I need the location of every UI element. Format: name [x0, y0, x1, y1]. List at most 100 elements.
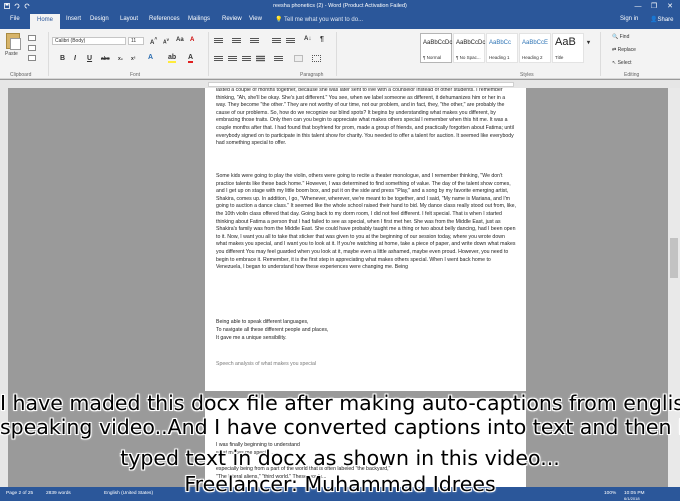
shading-icon[interactable]: [294, 55, 303, 62]
tab-mailings[interactable]: Mailings: [186, 16, 212, 22]
ruler-bar: [208, 82, 514, 87]
tell-me-text: Tell me what you want to do...: [284, 17, 364, 23]
share-label: Share: [657, 17, 674, 23]
paste-icon[interactable]: [6, 33, 21, 50]
align-left-icon[interactable]: [214, 55, 223, 62]
select-label: Select: [617, 60, 632, 66]
numbering-icon[interactable]: [232, 37, 241, 44]
subscript-button[interactable]: x₂: [118, 56, 123, 62]
group-divider: [600, 32, 601, 76]
multilevel-list-icon[interactable]: [250, 37, 259, 44]
editing-group-label: Editing: [624, 72, 640, 78]
underline-button[interactable]: U: [87, 55, 92, 62]
superscript-button[interactable]: x²: [131, 56, 135, 62]
style-heading-2[interactable]: AaBbCcE Heading 2: [519, 33, 551, 63]
caption-line-3: typed text in docx as shown in this vide…: [120, 446, 560, 470]
style-sample: AaBbCcDc: [456, 40, 486, 46]
styles-group-label: Styles: [520, 72, 534, 78]
tab-layout[interactable]: Layout: [118, 16, 140, 22]
strikethrough-button[interactable]: abc: [101, 56, 110, 62]
tell-me-search[interactable]: 💡 Tell me what you want to do...: [275, 16, 363, 23]
align-right-icon[interactable]: [242, 55, 251, 62]
paragraph-1[interactable]: lasted a couple of months together, beca…: [216, 88, 516, 148]
tab-file[interactable]: File: [8, 16, 22, 22]
close-button[interactable]: ✕: [662, 0, 678, 12]
paragraph-group-label: Paragraph: [300, 72, 324, 78]
paste-label[interactable]: Paste: [5, 51, 18, 57]
lightbulb-icon: 💡: [275, 17, 283, 23]
style-name: Heading 1: [489, 55, 510, 60]
increase-indent-icon[interactable]: [286, 37, 295, 44]
change-case-icon[interactable]: Aa: [176, 37, 184, 43]
group-divider: [208, 32, 209, 76]
copy-icon[interactable]: [28, 45, 36, 51]
select-button[interactable]: ↖ Select: [612, 60, 632, 66]
tab-home[interactable]: Home: [30, 14, 61, 29]
speech-subtitle[interactable]: Speech analysis of what makes you specia…: [216, 361, 516, 369]
style-name: ¶ Normal: [423, 55, 442, 60]
sign-in-link[interactable]: Sign in: [620, 16, 638, 22]
decrease-indent-icon[interactable]: [272, 37, 281, 44]
font-size-select[interactable]: 11: [128, 37, 144, 45]
select-icon: ↖: [612, 60, 617, 66]
bold-button[interactable]: B: [60, 55, 65, 62]
justify-icon[interactable]: [256, 55, 265, 62]
borders-icon[interactable]: [312, 55, 321, 62]
clear-formatting-icon[interactable]: A: [190, 37, 194, 43]
italic-button[interactable]: I: [74, 55, 76, 62]
replace-icon: ⇄: [612, 47, 617, 53]
horizontal-ruler[interactable]: [0, 80, 680, 88]
format-painter-icon[interactable]: [28, 55, 36, 61]
cut-icon[interactable]: [28, 35, 36, 41]
scroll-thumb[interactable]: [670, 238, 678, 278]
style-title[interactable]: AaB Title: [552, 33, 584, 63]
ribbon-tabs: File Home Insert Design Layout Reference…: [0, 12, 680, 29]
clipboard-group-label: Clipboard: [10, 72, 32, 78]
bullets-icon[interactable]: [214, 37, 223, 44]
style-sample: AaB: [555, 36, 576, 48]
style-sample: AaBbCc: [489, 40, 512, 46]
shrink-font-icon[interactable]: Av: [163, 37, 169, 46]
find-label: Find: [619, 34, 630, 40]
highlight-icon[interactable]: ab: [168, 54, 177, 63]
ribbon-home: Paste Clipboard Calibri (Body) 11 A^ Av …: [0, 29, 680, 79]
caption-line-2: speaking video..And I have converted cap…: [0, 415, 680, 439]
maximize-button[interactable]: ❐: [646, 0, 662, 12]
tab-design[interactable]: Design: [88, 16, 111, 22]
style-sample: AaBbCcE: [522, 40, 549, 46]
share-button[interactable]: 👤Share: [650, 16, 674, 23]
clock-date: 6/1/2018: [624, 496, 640, 501]
find-button[interactable]: 🔍 Find: [612, 34, 629, 40]
style-no-spacing[interactable]: AaBbCcDc ¶ No Spac...: [453, 33, 485, 63]
style-heading-1[interactable]: AaBbCc Heading 1: [486, 33, 518, 63]
show-formatting-icon[interactable]: ¶: [320, 36, 324, 43]
caption-line-4: Freelancer: Muhammad Idrees: [184, 472, 496, 496]
tab-review[interactable]: Review: [220, 16, 244, 22]
align-center-icon[interactable]: [228, 55, 237, 62]
document-page[interactable]: lasted a couple of months together, beca…: [205, 88, 526, 391]
word-window: reesha phonetics (2) - Word (Product Act…: [0, 0, 680, 501]
replace-button[interactable]: ⇄ Replace: [612, 47, 636, 53]
tab-insert[interactable]: Insert: [64, 16, 83, 22]
style-name: ¶ No Spac...: [456, 55, 481, 60]
minimize-button[interactable]: —: [630, 0, 646, 12]
style-sample: AaBbCcDc: [423, 40, 453, 46]
tab-view[interactable]: View: [247, 16, 264, 22]
paragraph-2[interactable]: Some kids were going to play the violin,…: [216, 173, 516, 272]
poem-line[interactable]: It gave me a unique sensibility.: [216, 335, 516, 343]
sort-icon[interactable]: A↓: [304, 36, 311, 42]
group-divider: [48, 32, 49, 76]
text-effects-icon[interactable]: A: [148, 54, 153, 61]
font-color-icon[interactable]: A: [188, 54, 194, 63]
line-spacing-icon[interactable]: [274, 55, 283, 62]
poem-line[interactable]: Being able to speak different languages,: [216, 319, 516, 327]
grow-font-icon[interactable]: A^: [150, 37, 157, 46]
style-normal[interactable]: AaBbCcDc ¶ Normal: [420, 33, 452, 63]
styles-scroll-icon[interactable]: ▾: [587, 39, 590, 46]
poem-line[interactable]: To navigate all these different people a…: [216, 327, 516, 335]
window-title: reesha phonetics (2) - Word (Product Act…: [273, 3, 407, 9]
style-name: Heading 2: [522, 55, 543, 60]
search-icon: 🔍: [612, 34, 619, 40]
tab-references[interactable]: References: [147, 16, 182, 22]
font-name-select[interactable]: Calibri (Body): [52, 37, 126, 45]
